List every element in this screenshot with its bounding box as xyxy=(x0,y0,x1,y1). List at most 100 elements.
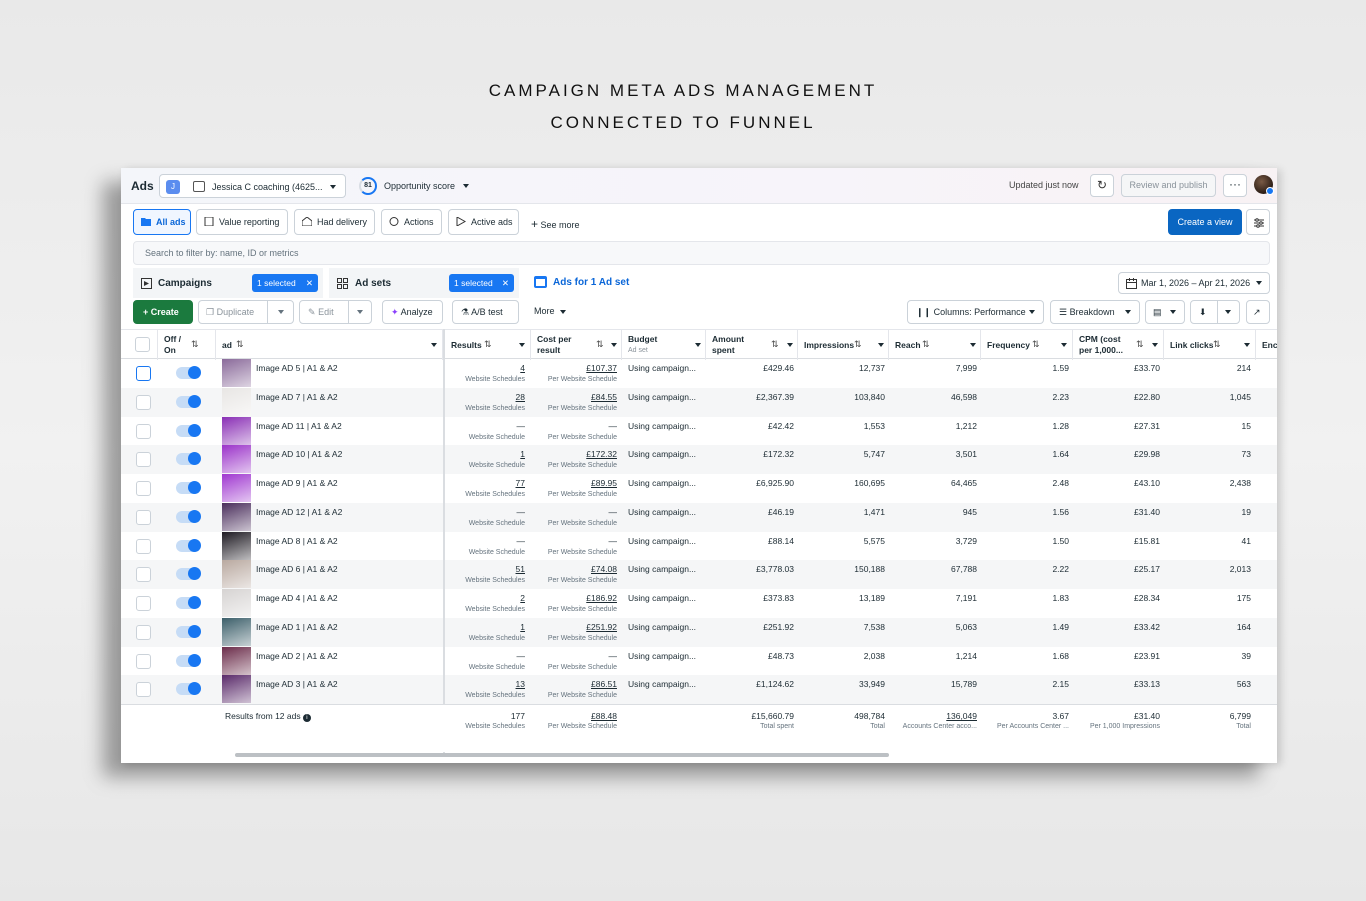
edit-button[interactable]: ✎ Edit xyxy=(299,300,372,324)
view-actions[interactable]: Actions xyxy=(381,209,442,235)
close-icon[interactable]: ✕ xyxy=(306,274,313,292)
results-value[interactable]: 1 xyxy=(520,449,525,459)
create-button[interactable]: + Create xyxy=(133,300,193,324)
see-more-button[interactable]: + See more xyxy=(531,217,580,231)
create-view-button[interactable]: Create a view xyxy=(1168,209,1242,235)
results-value[interactable]: 28 xyxy=(516,392,525,402)
delivery-toggle[interactable] xyxy=(176,452,201,466)
close-icon[interactable]: ✕ xyxy=(502,274,509,292)
header-impressions[interactable]: Impressions ⇅ xyxy=(798,330,889,360)
refresh-button[interactable]: ↻ xyxy=(1090,174,1114,197)
cost-per-result-value[interactable]: £84.55 xyxy=(591,392,617,402)
table-row[interactable]: Image AD 9 | A1 & A2 77 Website Schedules £… xyxy=(121,474,1277,503)
tab-ads[interactable]: Ads for 1 Ad set xyxy=(526,268,717,298)
header-cost-per-result[interactable]: Cost per result ⇅ xyxy=(531,330,622,360)
review-publish-button[interactable]: Review and publish xyxy=(1121,174,1216,197)
results-value[interactable]: 13 xyxy=(516,679,525,689)
cost-per-result-value[interactable]: £89.95 xyxy=(591,478,617,488)
header-reach[interactable]: Reach ⇅ xyxy=(889,330,981,360)
row-checkbox[interactable] xyxy=(136,596,151,611)
results-value[interactable]: 2 xyxy=(520,593,525,603)
tab-campaigns[interactable]: Campaigns 1 selected ✕ xyxy=(133,268,323,298)
ad-name[interactable]: Image AD 9 | A1 & A2 xyxy=(256,478,338,488)
results-value[interactable]: 1 xyxy=(520,622,525,632)
totals-cost-per-result[interactable]: £88.48 xyxy=(591,711,617,721)
header-amount-spent[interactable]: Amount spent ⇅ xyxy=(706,330,798,360)
row-checkbox[interactable] xyxy=(136,624,151,640)
ad-name[interactable]: Image AD 6 | A1 & A2 xyxy=(256,564,338,574)
breakdown-button[interactable]: ☰ Breakdown xyxy=(1050,300,1140,324)
cost-per-result-value[interactable]: £74.08 xyxy=(591,564,617,574)
row-checkbox[interactable] xyxy=(136,538,151,554)
ad-name[interactable]: Image AD 4 | A1 & A2 xyxy=(256,593,338,603)
cost-per-result-value[interactable]: £186.92 xyxy=(586,593,617,603)
table-row[interactable]: Image AD 6 | A1 & A2 51 Website Schedules £… xyxy=(121,560,1277,589)
ad-name[interactable]: Image AD 2 | A1 & A2 xyxy=(256,651,338,661)
row-checkbox[interactable] xyxy=(136,452,151,468)
view-value-reporting[interactable]: Value reporting xyxy=(196,209,288,235)
ad-name[interactable]: Image AD 7 | A1 & A2 xyxy=(256,392,338,402)
ad-name[interactable]: Image AD 3 | A1 & A2 xyxy=(256,679,338,689)
delivery-toggle[interactable] xyxy=(176,567,201,581)
header-cpm[interactable]: CPM (cost per 1,000... ⇅ xyxy=(1073,330,1164,360)
header-off-on[interactable]: Off / On ⇅ xyxy=(158,330,216,360)
results-value[interactable]: 51 xyxy=(516,564,525,574)
results-value[interactable]: 4 xyxy=(520,363,525,373)
cost-per-result-value[interactable]: £107.37 xyxy=(586,363,617,373)
row-checkbox[interactable] xyxy=(136,567,151,583)
export-button[interactable]: ⬇ xyxy=(1190,300,1240,324)
table-row[interactable]: Image AD 4 | A1 & A2 2 Website Schedules £1… xyxy=(121,589,1277,618)
table-row[interactable]: Image AD 2 | A1 & A2 — Website Schedule — Pe… xyxy=(121,646,1277,676)
header-ad[interactable]: ad ⇅ xyxy=(216,330,443,360)
ad-name[interactable]: Image AD 5 | A1 & A2 xyxy=(256,363,338,373)
more-menu-button[interactable]: More xyxy=(527,300,573,324)
adsets-selected-badge[interactable]: 1 selected ✕ xyxy=(449,274,514,292)
header-results[interactable]: Results ⇅ xyxy=(445,330,531,360)
columns-button[interactable]: ❙❙ Columns: Performance xyxy=(907,300,1044,324)
delivery-toggle[interactable] xyxy=(176,624,201,638)
table-row[interactable]: Image AD 5 | A1 & A2 4 Website Schedules £1… xyxy=(121,359,1277,388)
ad-name[interactable]: Image AD 11 | A1 & A2 xyxy=(256,421,342,431)
row-checkbox[interactable] xyxy=(136,481,151,496)
search-input[interactable]: Search to filter by: name, ID or metrics xyxy=(133,241,1270,265)
table-row[interactable]: Image AD 1 | A1 & A2 1 Website Schedule £25… xyxy=(121,617,1277,647)
view-had-delivery[interactable]: Had delivery xyxy=(294,209,375,235)
delivery-toggle[interactable] xyxy=(176,653,201,667)
cost-per-result-value[interactable]: £172.32 xyxy=(586,449,617,459)
delivery-toggle[interactable] xyxy=(176,366,201,379)
row-checkbox[interactable] xyxy=(136,653,151,669)
view-active-ads[interactable]: Active ads xyxy=(448,209,519,235)
account-selector[interactable]: J Jessica C coaching (4625... xyxy=(159,174,346,198)
totals-reach[interactable]: 136,049 xyxy=(946,711,977,721)
header-frequency[interactable]: Frequency ⇅ xyxy=(981,330,1073,360)
delivery-toggle[interactable] xyxy=(176,481,201,494)
cost-per-result-value[interactable]: £86.51 xyxy=(591,679,617,689)
delivery-toggle[interactable] xyxy=(176,682,201,696)
campaigns-selected-badge[interactable]: 1 selected ✕ xyxy=(252,274,318,292)
duplicate-button[interactable]: ❐ Duplicate xyxy=(198,300,294,324)
select-all-checkbox[interactable] xyxy=(135,337,150,352)
ad-name[interactable]: Image AD 8 | A1 & A2 xyxy=(256,536,338,546)
delivery-toggle[interactable] xyxy=(176,423,201,437)
results-value[interactable]: 77 xyxy=(516,478,525,488)
row-checkbox[interactable] xyxy=(136,366,151,381)
delivery-toggle[interactable] xyxy=(176,394,201,408)
ab-test-button[interactable]: ⚗ A/B test xyxy=(452,300,519,324)
ad-name[interactable]: Image AD 12 | A1 & A2 xyxy=(256,507,342,517)
delivery-toggle[interactable] xyxy=(176,538,201,552)
table-row[interactable]: Image AD 12 | A1 & A2 — Website Schedule — P… xyxy=(121,502,1277,532)
table-row[interactable]: Image AD 8 | A1 & A2 — Website Schedule — Pe… xyxy=(121,531,1277,561)
row-checkbox[interactable] xyxy=(136,682,151,698)
header-link-clicks[interactable]: Link clicks ⇅ xyxy=(1164,330,1256,360)
tab-adsets[interactable]: Ad sets 1 selected ✕ xyxy=(329,268,519,298)
info-icon[interactable]: i xyxy=(302,714,311,722)
header-ends[interactable]: Enc xyxy=(1256,330,1277,360)
table-row[interactable]: Image AD 7 | A1 & A2 28 Website Schedules £… xyxy=(121,387,1277,417)
analyze-button[interactable]: ✦ Analyze xyxy=(382,300,443,324)
delivery-toggle[interactable] xyxy=(176,596,201,609)
charts-button[interactable]: ↗ xyxy=(1246,300,1270,324)
table-row[interactable]: Image AD 11 | A1 & A2 — Website Schedule — P… xyxy=(121,416,1277,446)
table-row[interactable]: Image AD 10 | A1 & A2 1 Website Schedule £1… xyxy=(121,445,1277,474)
reports-button[interactable]: ▤ xyxy=(1145,300,1185,324)
row-checkbox[interactable] xyxy=(136,394,151,410)
